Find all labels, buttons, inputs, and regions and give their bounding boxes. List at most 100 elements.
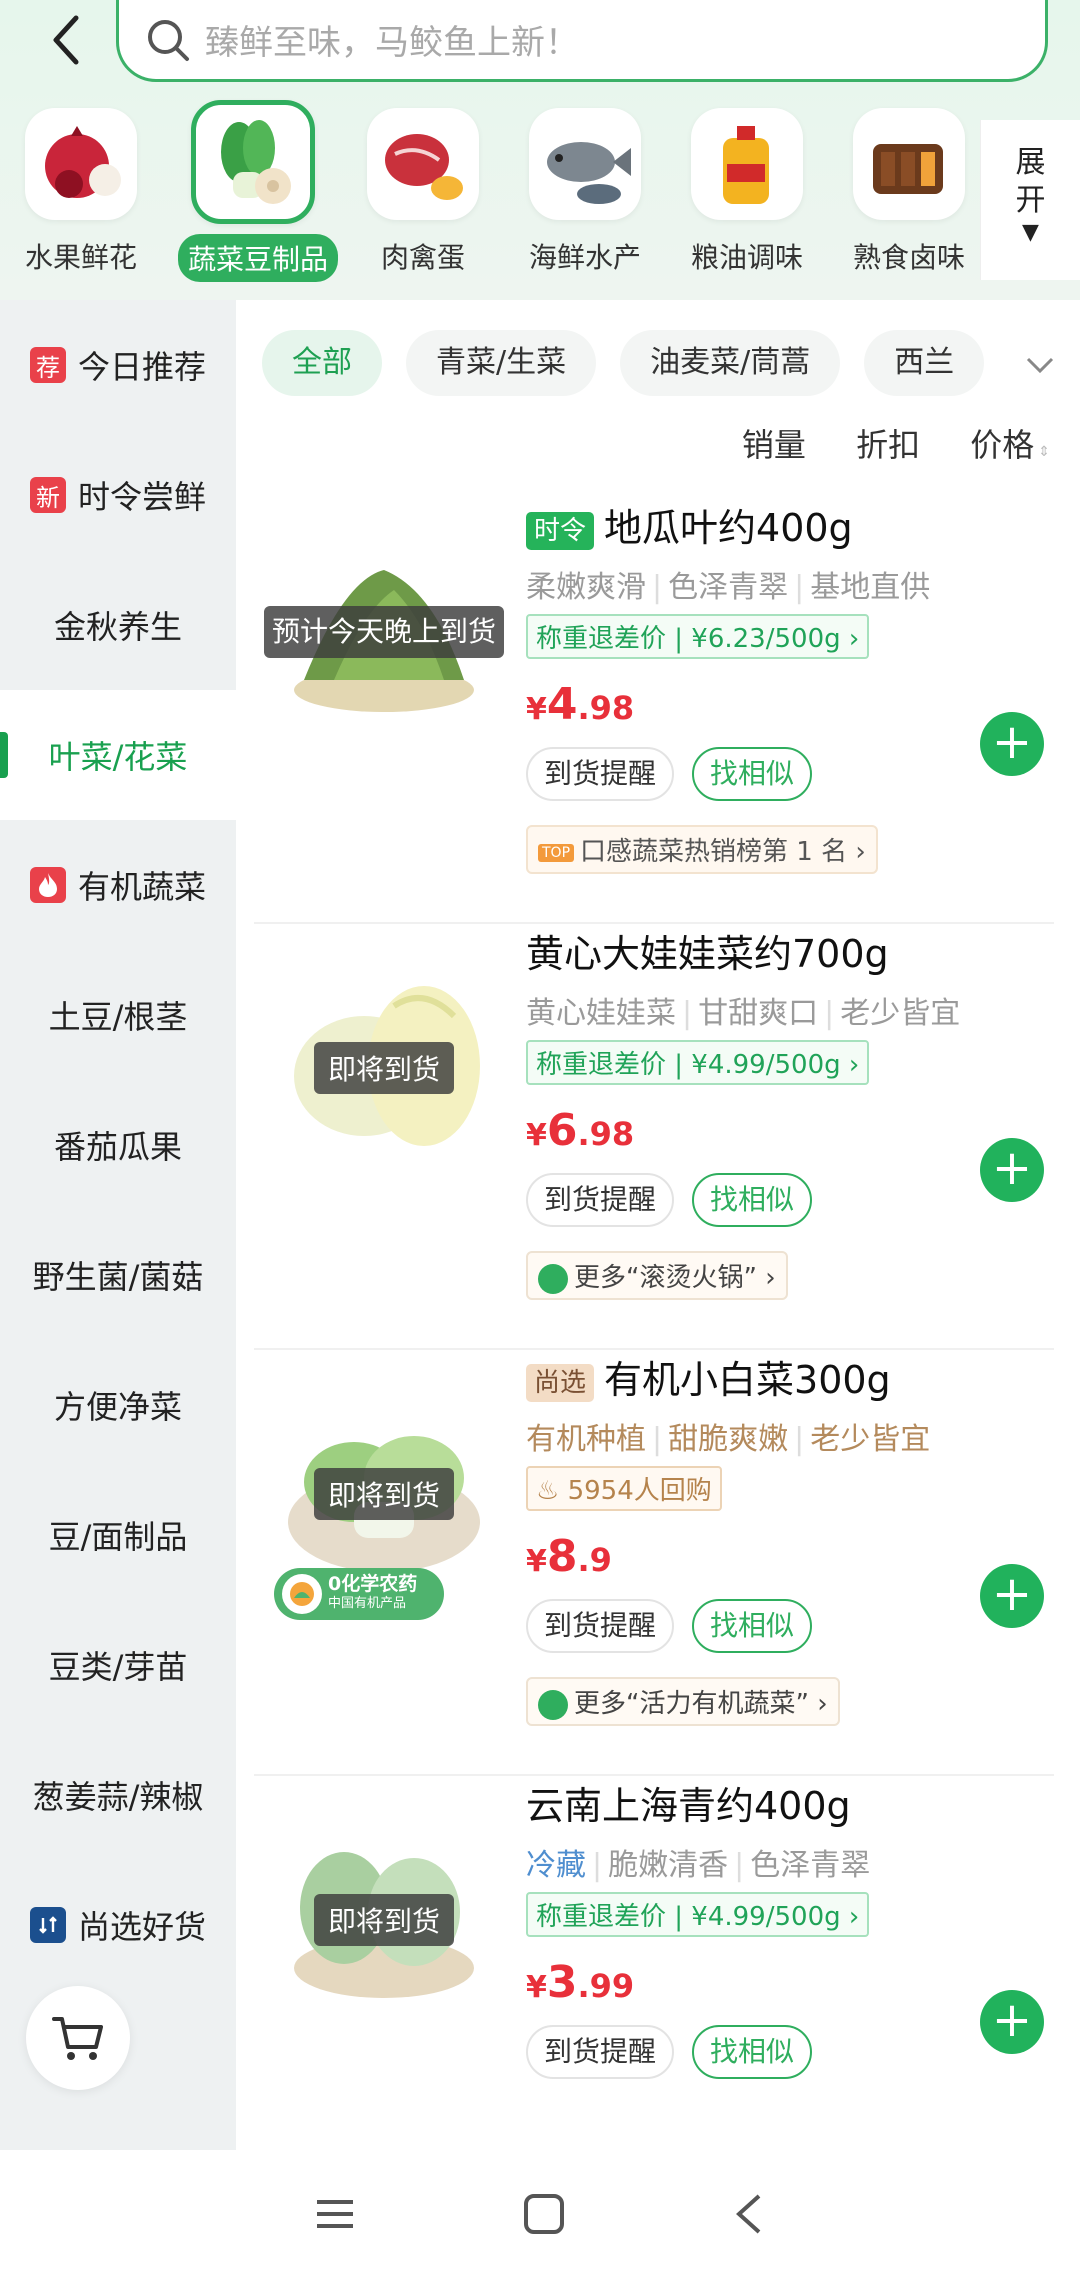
arrival-reminder-button[interactable]: 到货提醒 (526, 1173, 675, 1227)
sidebar-item-label: 叶菜/花菜 (48, 738, 188, 776)
product-card[interactable]: 即将到货 黄心大娃娃菜约700g 黄心娃娃菜 | 甘甜爽口 | 老少皆宜 称重退差价 |… (254, 926, 1054, 1350)
product-attr: 甜脆爽嫩 (668, 1422, 789, 1457)
nav-back-icon[interactable] (731, 2192, 767, 2236)
sidebar-item-organic[interactable]: 有机蔬菜 (0, 820, 236, 950)
sidebar-item-label: 尚选好货 (77, 1908, 206, 1946)
product-card[interactable]: 即将到货 0化学农药 中国有机产品 尚选 有机小白菜300g 有机种植 | 甜脆爽嫩 | 老… (254, 1352, 1054, 1776)
sidebar: 荐今日推荐 新时令尝鲜 金秋养生 叶菜/花菜 有机蔬菜 土豆/根茎 番茄瓜果 野… (0, 300, 236, 2150)
sidebar-item-tofu[interactable]: 豆/面制品 (0, 1470, 236, 1600)
weigh-price-badge[interactable]: 称重退差价 | ¥6.23/500g › (526, 614, 870, 659)
search-bar[interactable]: 臻鲜至味，马鲛鱼上新！ (116, 0, 1048, 82)
product-attr: 柔嫩爽滑 (526, 570, 646, 605)
find-similar-button[interactable]: 找相似 (692, 2025, 813, 2079)
filter-chips: 全部 青菜/生菜 油麦菜/茼蒿 西兰 (262, 330, 1080, 400)
sidebar-item-label: 土豆/根茎 (48, 998, 188, 1036)
category-label: 海鲜水产 (528, 241, 641, 274)
sidebar-item-beans[interactable]: 豆类/芽苗 (0, 1600, 236, 1730)
sort-price[interactable]: 价格 ⇕ (970, 426, 1050, 464)
top-header: 臻鲜至味，马鲛鱼上新！ 水果鲜花 蔬菜豆制品 肉禽蛋 海鲜水产 粮油调味 熟食卤… (0, 0, 1080, 300)
weigh-price-badge[interactable]: 称重退差价 | ¥4.99/500g › (526, 1892, 870, 1937)
organic-badge: 0化学农药 中国有机产品 (274, 1568, 444, 1620)
arrival-reminder-button[interactable]: 到货提醒 (526, 1599, 675, 1653)
organic-badge-title: 0化学农药 (328, 1573, 418, 1595)
arrival-reminder-button[interactable]: 到货提醒 (526, 2025, 675, 2079)
filter-chip-lettuce[interactable]: 油麦菜/茼蒿 (620, 330, 841, 396)
sidebar-item-seasonal[interactable]: 新时令尝鲜 (0, 430, 236, 560)
category-label: 粮油调味 (690, 241, 803, 274)
sort-discount[interactable]: 折扣 (856, 426, 920, 464)
more-collection-link[interactable]: 更多“滚烫火锅” › (526, 1251, 788, 1300)
chevron-down-icon[interactable] (1000, 330, 1080, 400)
organic-logo-icon (282, 1574, 322, 1614)
expand-categories-button[interactable]: 展开 ▼ (980, 120, 1080, 280)
arrival-overlay: 即将到货 (314, 1042, 454, 1094)
sidebar-item-label: 番茄瓜果 (53, 1128, 182, 1166)
arrival-overlay: 即将到货 (314, 1894, 454, 1946)
expand-label: 展开 (1015, 145, 1046, 218)
product-price: ¥4.98 (526, 679, 635, 730)
sidebar-item-tomato[interactable]: 番茄瓜果 (0, 1080, 236, 1210)
find-similar-button[interactable]: 找相似 (692, 1173, 813, 1227)
weigh-price-badge[interactable]: 称重退差价 | ¥4.99/500g › (526, 1040, 870, 1085)
sidebar-item-aromatics[interactable]: 葱姜蒜/辣椒 (0, 1730, 236, 1860)
pomegranate-icon (25, 108, 137, 220)
recommend-tag-icon: 荐 (29, 347, 66, 383)
sidebar-item-label: 今日推荐 (77, 348, 206, 386)
product-card[interactable]: 即将到货 云南上海青约400g 冷藏 | 脆嫩清香 | 色泽青翠 称重退差价 | ¥4.… (254, 1778, 1054, 2202)
back-icon[interactable] (38, 10, 98, 70)
sidebar-item-label: 方便净菜 (53, 1388, 182, 1426)
product-card[interactable]: 预计今天晚上到货 时令 地瓜叶约400g 柔嫩爽滑 | 色泽青翠 | 基地直供 称重退差价… (254, 500, 1054, 924)
arrival-reminder-button[interactable]: 到货提醒 (526, 747, 675, 801)
sidebar-item-label: 有机蔬菜 (77, 868, 206, 906)
organic-badge-subtitle: 中国有机产品 (328, 1596, 407, 1611)
system-nav-bar (0, 2150, 1080, 2278)
arrival-overlay: 预计今天晚上到货 (264, 606, 504, 658)
product-name: 云南上海青约400g (526, 1784, 851, 1828)
add-to-cart-button[interactable]: + (980, 1990, 1044, 2054)
category-vegetables-tofu[interactable]: 蔬菜豆制品 (178, 100, 339, 282)
top-icon: TOP (538, 843, 575, 862)
sidebar-item-today[interactable]: 荐今日推荐 (0, 300, 236, 430)
find-similar-button[interactable]: 找相似 (692, 1599, 813, 1653)
product-attr: 老少皆宜 (810, 1422, 931, 1457)
product-attr: 老少皆宜 (840, 996, 961, 1031)
sidebar-item-potato[interactable]: 土豆/根茎 (0, 950, 236, 1080)
category-label: 熟食卤味 (852, 241, 965, 274)
sidebar-item-leafy[interactable]: 叶菜/花菜 (0, 690, 236, 820)
select-tag-icon (29, 1907, 66, 1943)
sort-bar: 销量 折扣 价格 ⇕ (702, 420, 1050, 466)
category-deli[interactable]: 熟食卤味 (834, 108, 984, 276)
repurchase-badge: ♨ 5954人回购 (526, 1466, 722, 1511)
triangle-down-icon: ▼ (1022, 220, 1039, 245)
category-label: 肉禽蛋 (380, 241, 465, 274)
braised-meat-icon (853, 108, 965, 220)
product-price: ¥3.99 (526, 1957, 635, 2008)
category-meat-eggs[interactable]: 肉禽蛋 (348, 108, 498, 276)
add-to-cart-button[interactable]: + (980, 1564, 1044, 1628)
find-similar-button[interactable]: 找相似 (692, 747, 813, 801)
filter-chip-greens[interactable]: 青菜/生菜 (406, 330, 597, 396)
add-to-cart-button[interactable]: + (980, 1138, 1044, 1202)
menu-icon[interactable] (313, 2194, 357, 2234)
more-collection-link[interactable]: 更多“活力有机蔬菜” › (526, 1677, 840, 1726)
sidebar-item-select[interactable]: 尚选好货 (0, 1860, 236, 1990)
home-icon[interactable] (522, 2192, 566, 2236)
add-to-cart-button[interactable]: + (980, 712, 1044, 776)
filter-chip-broccoli[interactable]: 西兰 (864, 330, 985, 396)
category-fruit-flowers[interactable]: 水果鲜花 (6, 108, 156, 276)
rank-badge[interactable]: TOP 口感蔬菜热销榜第 1 名 › (526, 825, 878, 874)
sort-sales[interactable]: 销量 (742, 426, 806, 464)
product-name: 地瓜叶约400g (604, 506, 853, 550)
sidebar-item-autumn[interactable]: 金秋养生 (0, 560, 236, 690)
meat-icon (367, 108, 479, 220)
category-grain-oil[interactable]: 粮油调味 (672, 108, 822, 276)
new-tag-icon: 新 (29, 477, 66, 513)
product-image: 即将到货 (264, 946, 504, 1186)
sidebar-item-label: 金秋养生 (53, 608, 182, 646)
product-price: ¥6.98 (526, 1105, 635, 1156)
filter-chip-all[interactable]: 全部 (262, 330, 382, 396)
sidebar-item-mushroom[interactable]: 野生菌/菌菇 (0, 1210, 236, 1340)
cart-button[interactable] (26, 1986, 130, 2090)
category-seafood[interactable]: 海鲜水产 (510, 108, 660, 276)
sidebar-item-prepped[interactable]: 方便净菜 (0, 1340, 236, 1470)
